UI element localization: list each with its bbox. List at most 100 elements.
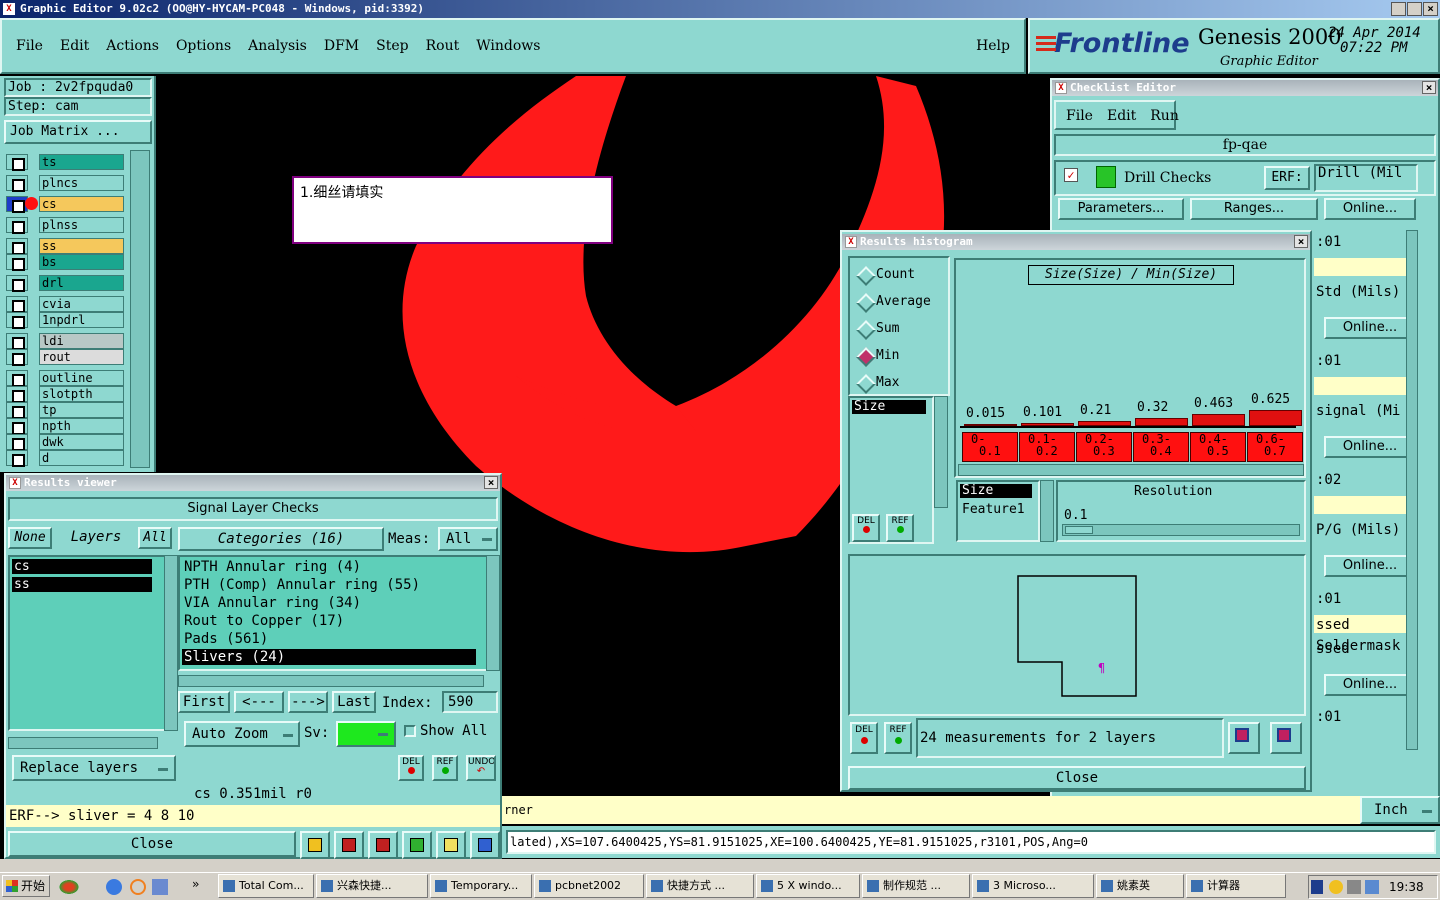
layer-row-ts[interactable]: ts <box>6 154 124 171</box>
layer-toggle-checkbox[interactable] <box>6 386 28 403</box>
layer-row-ss[interactable]: ss <box>6 238 124 255</box>
categories-label[interactable]: Categories (16) <box>178 527 384 551</box>
category-row[interactable]: Rout to Copper (17) <box>182 613 476 629</box>
notes-tool-button[interactable] <box>436 831 466 859</box>
menu-help[interactable]: Help <box>976 38 1010 54</box>
taskbar-item[interactable]: 快捷方式 ... <box>646 874 754 898</box>
tray-icon-help[interactable] <box>1329 880 1343 894</box>
layer-name[interactable]: rout <box>39 349 124 365</box>
histogram-bin[interactable]: 0.3- 0.4 <box>1133 432 1189 462</box>
layer-name[interactable]: plncs <box>39 175 124 191</box>
layer-row-ldi[interactable]: ldi <box>6 333 124 350</box>
layer-row-plnss[interactable]: plnss <box>6 217 124 234</box>
layer-name[interactable]: ldi <box>39 333 124 349</box>
layer-toggle-checkbox[interactable] <box>6 349 28 366</box>
size-column-scrollbar[interactable] <box>1040 480 1054 542</box>
histogram-hscroll[interactable] <box>958 464 1304 476</box>
layer-name[interactable]: outline <box>39 370 124 386</box>
layer-name[interactable]: cvia <box>39 296 124 312</box>
layer-toggle-checkbox[interactable] <box>6 238 28 255</box>
slider-thumb[interactable] <box>1065 526 1093 534</box>
online-button[interactable]: Online... <box>1324 555 1416 577</box>
histogram-close-button[interactable]: Close <box>848 766 1306 790</box>
layer-row-outline[interactable]: outline <box>6 370 124 387</box>
layer-name[interactable]: plnss <box>39 217 124 233</box>
ref-button[interactable]: REF <box>432 755 458 781</box>
layer-toggle-checkbox[interactable] <box>6 333 28 350</box>
hist-ref-button[interactable]: REF <box>886 514 914 542</box>
layer-name[interactable]: ts <box>39 154 124 170</box>
histogram-bin[interactable]: 0.1- 0.2 <box>1019 432 1075 462</box>
layer-name[interactable]: drl <box>39 275 124 291</box>
sv-color-dropdown[interactable] <box>336 721 396 747</box>
layer-row-drl[interactable]: drl <box>6 275 124 292</box>
hist-del-button[interactable]: DEL <box>852 514 880 542</box>
close-window-button[interactable]: × <box>1423 2 1438 16</box>
close-icon[interactable]: × <box>1294 235 1308 248</box>
auto-zoom-dropdown[interactable]: Auto Zoom <box>184 721 300 747</box>
menu-item-options[interactable]: Options <box>176 38 231 54</box>
online-button[interactable]: Online... <box>1324 674 1416 696</box>
menu-item-rout[interactable]: Rout <box>426 38 460 54</box>
layer-toggle-checkbox[interactable] <box>6 296 28 313</box>
layer-name[interactable]: dwk <box>39 434 124 450</box>
layer-results-list[interactable]: cs ss <box>8 555 166 731</box>
menu-item-dfm[interactable]: DFM <box>324 38 359 54</box>
histogram-bin[interactable]: 0.4- 0.5 <box>1190 432 1246 462</box>
tray-icon-ime[interactable] <box>1311 880 1323 894</box>
category-row[interactable]: Slivers (24) <box>182 649 476 665</box>
layer-name[interactable]: cs <box>39 196 124 212</box>
layer-row-npth[interactable]: npth <box>6 418 124 435</box>
layer-name[interactable]: 1npdrl <box>39 312 124 328</box>
tray-icon-network[interactable] <box>1365 880 1379 894</box>
unit-dropdown[interactable]: Inch <box>1360 796 1440 824</box>
next-button[interactable]: ---> <box>288 691 328 713</box>
menu-item-actions[interactable]: Actions <box>106 38 159 54</box>
mode-radio-average[interactable]: Average <box>856 291 946 313</box>
last-button[interactable]: Last <box>332 691 376 713</box>
layer-name[interactable]: npth <box>39 418 124 434</box>
menu-item-analysis[interactable]: Analysis <box>248 38 307 54</box>
checklist-scrollbar[interactable] <box>1406 230 1418 750</box>
histogram-bar[interactable] <box>1192 414 1245 426</box>
histogram-bin[interactable]: 0- 0.1 <box>962 432 1018 462</box>
taskbar-item[interactable]: Temporary... <box>430 874 532 898</box>
erf-button[interactable]: ERF: <box>1264 166 1310 190</box>
parameters-button[interactable]: Parameters... <box>1058 198 1184 220</box>
layer-row-1npdrl[interactable]: 1npdrl <box>6 312 124 329</box>
layer-row-bs[interactable]: bs <box>6 254 124 271</box>
tray-icon-disk[interactable] <box>1347 880 1361 894</box>
layer-toggle-checkbox[interactable] <box>6 402 28 419</box>
action-enabled-checkbox[interactable]: ✓ <box>1064 168 1078 182</box>
mode-radio-min[interactable]: Min <box>856 345 946 367</box>
layer-toggle-checkbox[interactable] <box>6 254 28 271</box>
layer-row-tp[interactable]: tp <box>6 402 124 419</box>
replace-layers-dropdown[interactable]: Replace layers <box>12 755 176 781</box>
preview-del-button[interactable]: DEL <box>850 722 878 754</box>
layer-toggle-checkbox[interactable] <box>6 418 28 435</box>
histogram-bin[interactable]: 0.2- 0.3 <box>1076 432 1132 462</box>
result-layer-row[interactable]: ss <box>12 577 152 592</box>
quicklaunch-icon-1[interactable] <box>58 879 80 895</box>
online-button[interactable]: Online... <box>1324 436 1416 458</box>
none-button[interactable]: None <box>8 527 52 549</box>
feature-list-item[interactable]: Size <box>852 400 926 414</box>
taskbar-item[interactable]: 兴森快捷... <box>316 874 428 898</box>
taskbar-item[interactable]: 姚素英 <box>1096 874 1184 898</box>
all-layers-button[interactable]: All <box>138 527 172 549</box>
category-row[interactable]: NPTH Annular ring (4) <box>182 559 476 575</box>
layer-name[interactable]: slotpth <box>39 386 124 402</box>
layer-list-hscroll[interactable] <box>8 737 158 749</box>
taskbar-item[interactable]: pcbnet2002 <box>534 874 644 898</box>
taskbar-item[interactable]: 5 X windo... <box>756 874 860 898</box>
del-button[interactable]: DEL <box>398 755 424 781</box>
zoom-fit-button[interactable] <box>1270 722 1302 754</box>
online-button[interactable]: Online... <box>1324 198 1416 220</box>
checklist-menu-run[interactable]: Run <box>1150 108 1179 124</box>
layer-toggle-checkbox[interactable] <box>6 175 28 192</box>
layer-row-slotpth[interactable]: slotpth <box>6 386 124 403</box>
layer-name[interactable]: d <box>39 450 124 466</box>
category-row[interactable]: PTH (Comp) Annular ring (55) <box>182 577 476 593</box>
mode-radio-sum[interactable]: Sum <box>856 318 946 340</box>
layer-row-rout[interactable]: rout <box>6 349 124 366</box>
